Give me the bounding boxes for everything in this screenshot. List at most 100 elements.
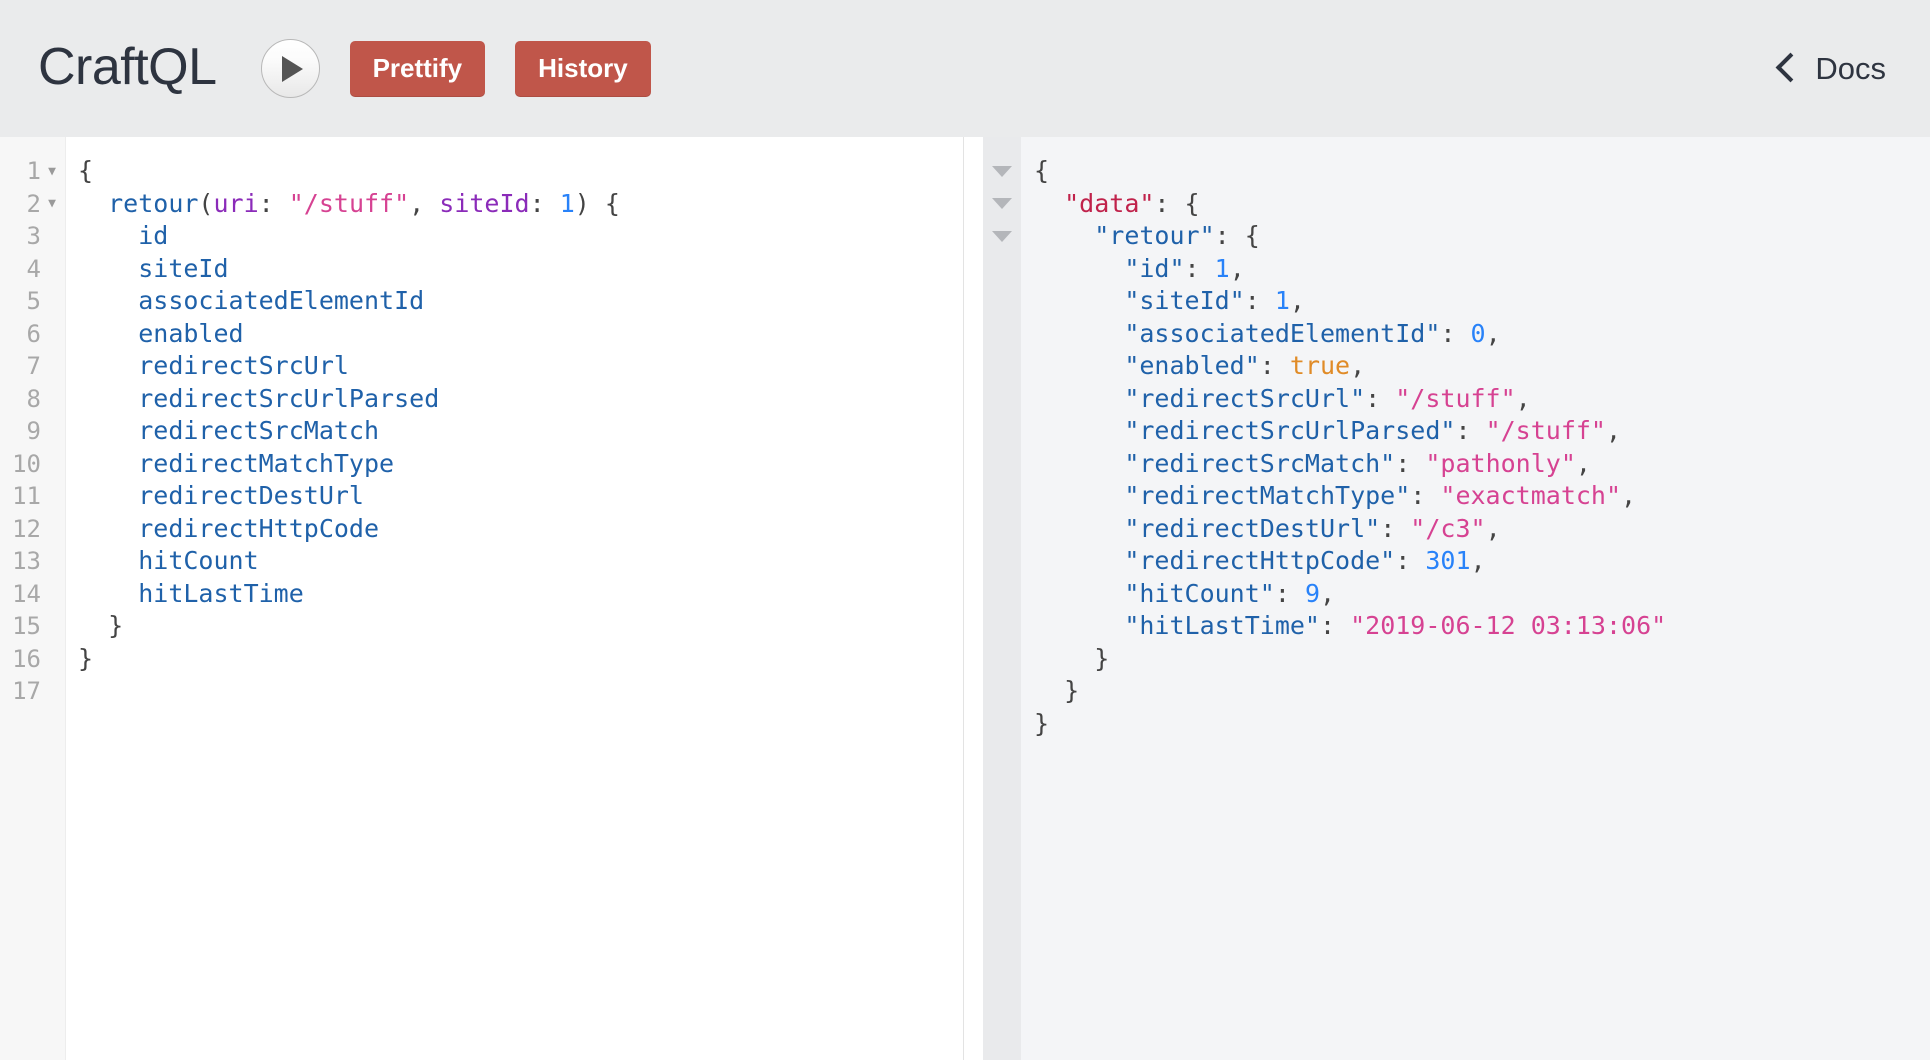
query-gutter-line: 15▼ [0, 610, 65, 643]
json-token: : [1184, 253, 1215, 283]
query-code-line: siteId [78, 253, 963, 286]
json-token: : [1395, 546, 1426, 575]
json-token: } [1034, 708, 1050, 738]
line-number: 9 [26, 417, 41, 445]
query-code-line: redirectSrcUrl [78, 350, 963, 383]
query-code-line: { [78, 155, 963, 188]
result-code-line: "enabled": true, [1034, 350, 1930, 383]
result-code-line: "data": { [1034, 188, 1930, 221]
result-gutter-line [983, 643, 1021, 676]
query-code-line: hitCount [78, 545, 963, 578]
history-button[interactable]: History [515, 40, 651, 97]
result-viewer-pane[interactable]: { "data": { "retour": { "id": 1, "siteId… [983, 137, 1930, 1060]
json-token: "redirectSrcUrl" [1124, 383, 1366, 413]
fold-arrow-icon[interactable] [992, 198, 1012, 210]
result-code-line: "hitCount": 9, [1034, 578, 1930, 611]
code-token: } [78, 611, 124, 640]
query-code-area[interactable]: { retour(uri: "/stuff", siteId: 1) { id … [66, 137, 963, 1060]
query-code-line: retour(uri: "/stuff", siteId: 1) { [78, 188, 963, 221]
result-code-line: } [1034, 708, 1930, 741]
execute-query-button[interactable] [260, 39, 320, 98]
json-token: "2019-06-12 03:13:06" [1350, 611, 1667, 640]
json-token: "/stuff" [1485, 416, 1606, 445]
json-token: "pathonly" [1425, 448, 1576, 478]
editor-area: 1▼2▼3▼4▼5▼6▼7▼8▼9▼10▼11▼12▼13▼14▼15▼16▼1… [0, 137, 1930, 1060]
query-gutter-line: 6▼ [0, 318, 65, 351]
result-gutter-line [983, 155, 1021, 188]
json-token: , [1229, 253, 1245, 283]
result-gutter-line [983, 740, 1021, 773]
app-logo: CraftQL [38, 37, 217, 96]
code-token: id [138, 221, 169, 250]
json-token: "redirectSrcMatch" [1124, 448, 1396, 478]
json-token: "redirectMatchType" [1124, 481, 1411, 510]
result-gutter-line [983, 448, 1021, 481]
code-token: hitLastTime [138, 578, 304, 608]
fold-arrow-icon[interactable]: ▼ [44, 165, 60, 178]
code-token: enabled [138, 318, 244, 348]
query-gutter-line: 17▼ [0, 675, 65, 708]
result-code-line: "redirectMatchType": "exactmatch", [1034, 480, 1930, 513]
json-token: : { [1214, 221, 1260, 250]
json-token: : { [1154, 188, 1200, 218]
query-gutter-line: 14▼ [0, 578, 65, 611]
code-token: "/stuff" [288, 188, 410, 218]
query-gutter-line: 10▼ [0, 448, 65, 481]
result-gutter-line [983, 253, 1021, 286]
code-token: siteId [138, 253, 229, 283]
query-line-number-gutter[interactable]: 1▼2▼3▼4▼5▼6▼7▼8▼9▼10▼11▼12▼13▼14▼15▼16▼1… [0, 137, 66, 1060]
json-token: : [1259, 351, 1290, 380]
query-code-line: hitLastTime [78, 578, 963, 611]
code-token: 1 [559, 188, 575, 218]
line-number: 8 [26, 384, 41, 413]
json-token: , [1621, 481, 1637, 510]
fold-arrow-icon[interactable] [992, 165, 1012, 177]
json-token: , [1605, 416, 1622, 445]
pane-divider[interactable] [963, 137, 983, 1060]
json-token: , [1350, 351, 1366, 380]
result-code-line: } [1034, 643, 1930, 676]
result-code-line: "redirectDestUrl": "/c3", [1034, 513, 1930, 546]
json-token: 1 [1214, 253, 1230, 283]
result-code-line: { [1034, 155, 1930, 188]
fold-arrow-icon[interactable] [992, 230, 1012, 242]
result-gutter-line [983, 220, 1021, 253]
query-gutter-line: 9▼ [0, 415, 65, 448]
fold-arrow-icon[interactable]: ▼ [44, 197, 60, 210]
result-code-line: } [1034, 675, 1930, 708]
prettify-button[interactable]: Prettify [349, 40, 486, 97]
result-gutter-line [983, 285, 1021, 318]
docs-toggle-button[interactable]: Docs [1776, 51, 1896, 87]
json-token: "associatedElementId" [1124, 318, 1441, 348]
json-token: "hitLastTime" [1124, 611, 1320, 640]
json-token: "retour" [1094, 221, 1215, 250]
code-token: , [409, 188, 440, 218]
query-code-line: redirectSrcMatch [78, 415, 963, 448]
code-token: uri [213, 188, 259, 218]
line-number: 10 [12, 449, 41, 478]
line-number: 3 [26, 222, 41, 250]
query-gutter-line: 11▼ [0, 480, 65, 513]
query-gutter-line: 5▼ [0, 285, 65, 318]
line-number: 11 [12, 482, 41, 510]
code-token: ) { [574, 188, 620, 218]
json-token: 1 [1274, 286, 1290, 315]
query-gutter-line: 3▼ [0, 220, 65, 253]
code-token: redirectSrcMatch [138, 416, 380, 445]
line-number: 14 [12, 579, 41, 608]
result-fold-gutter[interactable] [983, 137, 1021, 1060]
json-token: "data" [1064, 188, 1155, 218]
query-editor-pane[interactable]: 1▼2▼3▼4▼5▼6▼7▼8▼9▼10▼11▼12▼13▼14▼15▼16▼1… [0, 137, 963, 1060]
json-token: : [1319, 611, 1351, 640]
query-gutter-line: 16▼ [0, 643, 65, 676]
line-number: 7 [26, 352, 41, 380]
